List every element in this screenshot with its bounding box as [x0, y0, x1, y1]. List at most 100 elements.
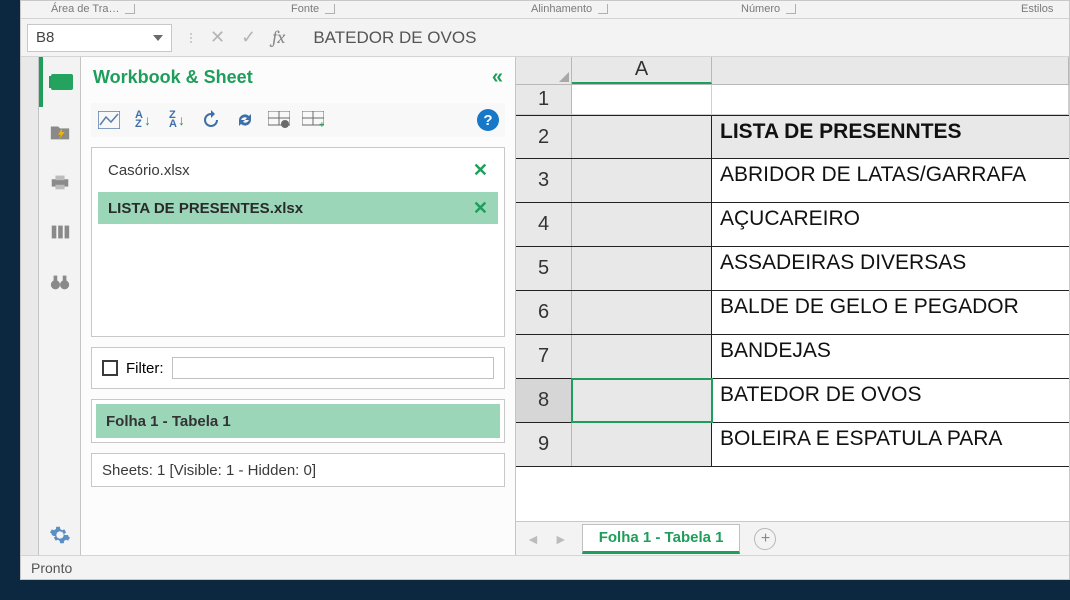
dialog-launcher-icon[interactable]	[598, 4, 608, 14]
sheet-tab-bar: ◄ ► Folha 1 - Tabela 1 +	[516, 521, 1069, 555]
cell[interactable]: AÇUCAREIRO	[712, 203, 1069, 246]
cell[interactable]	[572, 203, 712, 246]
dropdown-icon[interactable]	[153, 35, 163, 41]
filter-checkbox[interactable]	[102, 360, 118, 376]
cell[interactable]: ABRIDOR DE LATAS/GARRAFA	[712, 159, 1069, 202]
dialog-launcher-icon[interactable]	[125, 4, 135, 14]
grid-rows: 1 2 LISTA DE PRESENNTES 3 ABRIDOR DE LAT…	[516, 85, 1069, 521]
row-header[interactable]: 8	[516, 379, 572, 422]
row-header[interactable]: 3	[516, 159, 572, 202]
row-header[interactable]: 4	[516, 203, 572, 246]
row-header[interactable]: 2	[516, 116, 572, 158]
collapse-icon[interactable]: «	[492, 66, 503, 89]
body: Workbook & Sheet « AZ↓ ZA↓ + ?	[21, 57, 1069, 555]
columns-icon	[49, 222, 71, 242]
row-header[interactable]: 9	[516, 423, 572, 466]
cell[interactable]	[572, 335, 712, 378]
cell[interactable]	[572, 291, 712, 334]
row-header[interactable]: 1	[516, 85, 572, 114]
select-all-corner[interactable]	[516, 57, 572, 84]
table-settings-button[interactable]	[267, 109, 291, 131]
cell[interactable]	[572, 247, 712, 290]
refresh-button[interactable]	[199, 109, 223, 131]
settings-button[interactable]	[39, 515, 81, 555]
workbooks-icon	[51, 74, 73, 90]
cell[interactable]	[572, 85, 712, 114]
fx-icon[interactable]: fx	[272, 27, 285, 48]
cell[interactable]: BATEDOR DE OVOS	[712, 379, 1069, 422]
name-box[interactable]: B8	[27, 24, 172, 52]
cell[interactable]	[712, 85, 1069, 114]
refresh-all-button[interactable]	[233, 109, 257, 131]
help-button[interactable]: ?	[477, 109, 499, 131]
grid-row: 9 BOLEIRA E ESPATULA PARA	[516, 423, 1069, 467]
filter-input[interactable]	[172, 357, 495, 379]
side-tab-print[interactable]	[39, 157, 81, 207]
workbook-item[interactable]: Casório.xlsx ✕	[98, 154, 498, 186]
cell[interactable]: BALDE DE GELO E PEGADOR	[712, 291, 1069, 334]
close-icon[interactable]: ✕	[473, 160, 488, 181]
sheet-list: Folha 1 - Tabela 1	[91, 399, 505, 443]
cell[interactable]: BOLEIRA E ESPATULA PARA	[712, 423, 1069, 466]
panel-title: Workbook & Sheet	[93, 67, 253, 88]
sheet-item[interactable]: Folha 1 - Tabela 1	[96, 404, 500, 438]
row-header[interactable]: 6	[516, 291, 572, 334]
cell[interactable]	[572, 116, 712, 158]
sort-desc-button[interactable]: ZA↓	[165, 109, 189, 131]
ribbon-group-labels: Área de Tra… Fonte Alinhamento Número Es…	[21, 1, 1069, 19]
add-sheet-button[interactable]: +	[754, 528, 776, 550]
grip-icon	[190, 33, 194, 43]
svg-text:+: +	[319, 120, 324, 129]
close-icon[interactable]: ✕	[473, 198, 488, 219]
cell[interactable]: ASSADEIRAS DIVERSAS	[712, 247, 1069, 290]
side-tab-find[interactable]	[39, 257, 81, 307]
dialog-launcher-icon[interactable]	[325, 4, 335, 14]
tab-nav-prev[interactable]: ◄	[526, 531, 540, 547]
sheet-name: Folha 1 - Tabela 1	[106, 413, 231, 430]
row-header[interactable]: 7	[516, 335, 572, 378]
workbook-item[interactable]: LISTA DE PRESENTES.xlsx ✕	[98, 192, 498, 224]
workbook-name: LISTA DE PRESENTES.xlsx	[108, 200, 303, 217]
enter-icon[interactable]: ✓	[241, 27, 256, 48]
workbook-sheet-panel: Workbook & Sheet « AZ↓ ZA↓ + ?	[81, 57, 516, 555]
grid-row: 3 ABRIDOR DE LATAS/GARRAFA	[516, 159, 1069, 203]
toggle-chart-button[interactable]	[97, 109, 121, 131]
grid-row: 1	[516, 85, 1069, 115]
formula-bar: B8 ✕ ✓ fx BATEDOR DE OVOS	[21, 19, 1069, 57]
table-add-button[interactable]: +	[301, 109, 325, 131]
ribbon-group-clipboard: Área de Tra…	[51, 3, 135, 15]
ribbon-group-styles: Estilos	[1021, 3, 1053, 15]
status-text: Pronto	[31, 560, 72, 576]
cell[interactable]: BANDEJAS	[712, 335, 1069, 378]
cell[interactable]	[572, 423, 712, 466]
cancel-icon[interactable]: ✕	[210, 27, 225, 48]
sort-asc-button[interactable]: AZ↓	[131, 109, 155, 131]
side-tab-workbooks[interactable]	[39, 57, 81, 107]
cell[interactable]	[572, 159, 712, 202]
ribbon-group-alignment: Alinhamento	[531, 3, 608, 15]
cell-selected[interactable]	[572, 379, 712, 422]
sheet-tab-label: Folha 1 - Tabela 1	[599, 529, 724, 546]
column-header-a[interactable]: A	[572, 57, 712, 84]
grid-row: 4 AÇUCAREIRO	[516, 203, 1069, 247]
ribbon-group-number: Número	[741, 3, 796, 15]
name-box-value: B8	[36, 29, 54, 46]
tab-nav-next[interactable]: ►	[554, 531, 568, 547]
column-header-rest[interactable]	[712, 57, 1069, 84]
workbook-name: Casório.xlsx	[108, 162, 190, 179]
cell[interactable]: LISTA DE PRESENNTES	[712, 116, 1069, 158]
grid-row: 5 ASSADEIRAS DIVERSAS	[516, 247, 1069, 291]
filter-label: Filter:	[126, 360, 164, 377]
printer-icon	[49, 172, 71, 192]
row-header[interactable]: 5	[516, 247, 572, 290]
folder-flash-icon	[49, 122, 71, 142]
grid-row: 7 BANDEJAS	[516, 335, 1069, 379]
sheet-summary: Sheets: 1 [Visible: 1 - Hidden: 0]	[91, 453, 505, 487]
sheet-tab[interactable]: Folha 1 - Tabela 1	[582, 524, 741, 554]
grid-row: 8 BATEDOR DE OVOS	[516, 379, 1069, 423]
side-tab-columns[interactable]	[39, 207, 81, 257]
side-tab-storage[interactable]	[39, 107, 81, 157]
grid-row: 2 LISTA DE PRESENNTES	[516, 115, 1069, 159]
dialog-launcher-icon[interactable]	[786, 4, 796, 14]
formula-text[interactable]: BATEDOR DE OVOS	[303, 28, 476, 48]
